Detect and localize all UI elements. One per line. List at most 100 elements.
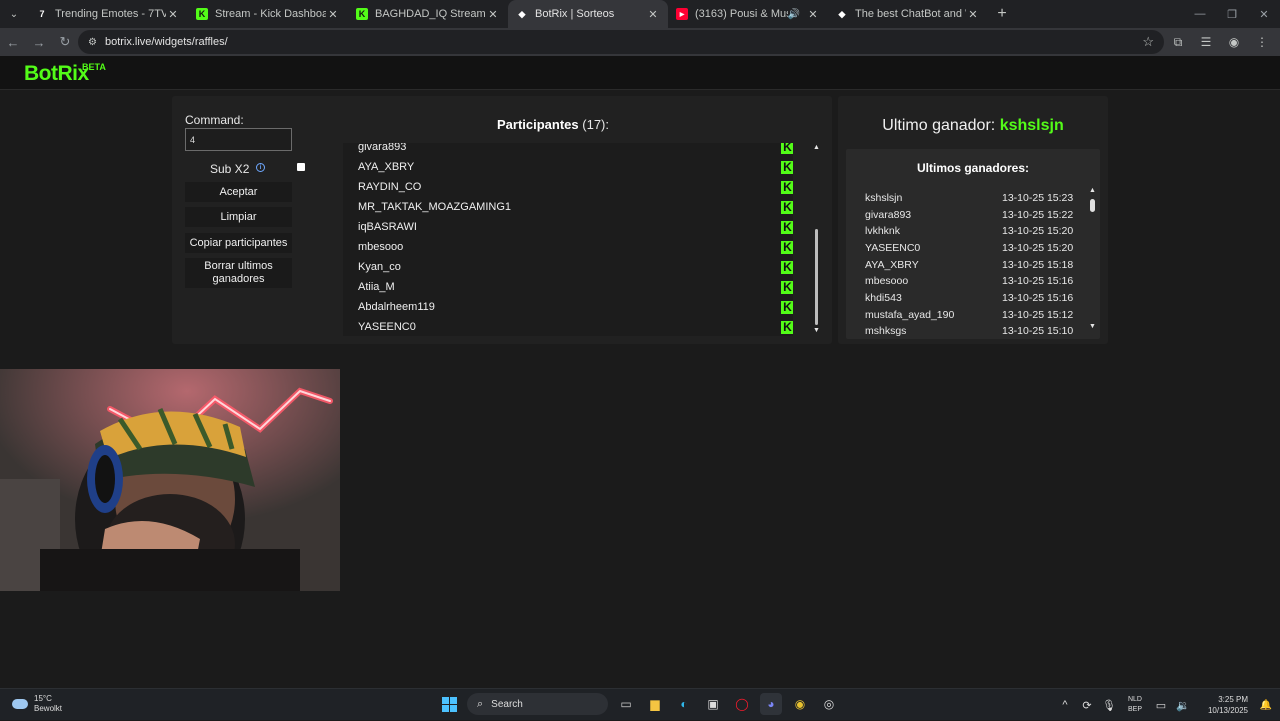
forward-icon[interactable]: → bbox=[26, 29, 52, 55]
clock-time: 3:25 PM bbox=[1218, 695, 1248, 704]
chrome-icon[interactable]: ◉ bbox=[789, 693, 811, 715]
participant-name: iqBASRAWI bbox=[358, 221, 417, 233]
last-winner-heading: Ultimo ganador: kshslsjn bbox=[838, 117, 1108, 135]
site-info-icon[interactable]: ⚙ bbox=[88, 37, 97, 48]
opera-icon[interactable]: ◯ bbox=[731, 693, 753, 715]
discord-icon[interactable]: ◕ bbox=[760, 693, 782, 715]
system-tray: ^ ⟳ 🎙 NLD BEP ▭ 🔉 3:25 PM 10/13/2025 🔔 bbox=[1054, 689, 1280, 721]
accept-button[interactable]: Aceptar bbox=[185, 182, 292, 202]
info-icon[interactable]: i bbox=[256, 163, 265, 172]
kick-icon: K bbox=[781, 280, 793, 294]
weather-widget[interactable]: 15°C Bewolkt bbox=[12, 694, 62, 714]
speaker-icon[interactable]: 🔊 bbox=[788, 9, 800, 20]
maximize-icon[interactable]: ❐ bbox=[1216, 0, 1248, 28]
network-icon[interactable]: ▭ bbox=[1150, 699, 1172, 712]
tab-search-icon[interactable]: ⌄ bbox=[0, 0, 28, 28]
tab-title: (3163) Pousi & Muslim - Ar bbox=[695, 8, 788, 20]
close-icon[interactable]: ✕ bbox=[486, 8, 500, 21]
address-bar[interactable]: ⚙ botrix.live/widgets/raffles/ ☆ bbox=[78, 30, 1164, 54]
task-view-icon[interactable]: ▭ bbox=[615, 693, 637, 715]
winner-name: mbesooo bbox=[865, 275, 909, 287]
participant-name: AYA_XBRY bbox=[358, 161, 415, 173]
obs-icon[interactable]: ◎ bbox=[818, 693, 840, 715]
file-explorer-icon[interactable]: ▆ bbox=[644, 693, 666, 715]
winner-date: 13-10-25 15:12 bbox=[1002, 309, 1074, 321]
winner-name: YASEENC0 bbox=[865, 242, 921, 254]
edge-icon[interactable]: ◐ bbox=[673, 693, 695, 715]
winner-date: 13-10-25 15:23 bbox=[1002, 192, 1074, 204]
window-close-icon[interactable]: ✕ bbox=[1248, 0, 1280, 28]
notifications-icon[interactable]: 🔔 bbox=[1258, 700, 1274, 711]
delete-winners-button[interactable]: Borrar ultimos ganadores bbox=[185, 258, 292, 288]
tab-botrix-sorteos[interactable]: ◆ BotRix | Sorteos ✕ bbox=[508, 0, 668, 28]
kick-icon: K bbox=[781, 300, 793, 314]
close-icon[interactable]: ✕ bbox=[806, 8, 820, 21]
participants-scrollbar[interactable]: ▲ ▼ bbox=[812, 143, 822, 336]
bookmark-star-icon[interactable]: ☆ bbox=[1142, 34, 1154, 50]
tab-botrix-home[interactable]: ◆ The best ChatBot and Widgets ✕ bbox=[828, 0, 988, 28]
scroll-up-icon[interactable]: ▲ bbox=[813, 144, 820, 151]
botrix-logo[interactable]: BotRix bbox=[24, 62, 89, 86]
clear-button[interactable]: Limpiar bbox=[185, 207, 292, 227]
microphone-icon[interactable]: 🎙 bbox=[1098, 699, 1120, 712]
tab-youtube[interactable]: ▶ (3163) Pousi & Muslim - Ar 🔊 ✕ bbox=[668, 0, 828, 28]
language-indicator[interactable]: NLD BEP bbox=[1120, 695, 1150, 715]
botrix-icon: ◆ bbox=[838, 8, 846, 19]
list-item: givara893 K bbox=[343, 143, 793, 157]
raffle-panel: Command: 4 Sub X2 i Aceptar Limpiar Copi… bbox=[172, 96, 832, 344]
windows-start-icon[interactable] bbox=[438, 693, 460, 715]
extensions-icon[interactable]: ⧉ bbox=[1166, 30, 1190, 54]
volume-icon[interactable]: 🔉 bbox=[1172, 699, 1194, 712]
command-input[interactable]: 4 bbox=[185, 128, 292, 151]
kick-icon: K bbox=[781, 240, 793, 254]
tab-7tv[interactable]: 7 Trending Emotes - 7TV ✕ bbox=[28, 0, 188, 28]
taskbar-search[interactable]: ⌕ Search bbox=[467, 693, 608, 715]
winner-date: 13-10-25 15:16 bbox=[1002, 275, 1074, 287]
system-clock[interactable]: 3:25 PM 10/13/2025 bbox=[1194, 694, 1248, 716]
clock-date: 10/13/2025 bbox=[1207, 706, 1248, 715]
list-item: Atiia_M K bbox=[343, 277, 793, 297]
new-tab-button[interactable]: + bbox=[988, 5, 1016, 23]
participant-name: RAYDIN_CO bbox=[358, 181, 422, 193]
tab-kick-dashboard[interactable]: K Stream - Kick Dashboard ✕ bbox=[188, 0, 348, 28]
window-controls: — ❐ ✕ bbox=[1184, 0, 1280, 28]
participant-name: Abdalrheem119 bbox=[358, 301, 435, 313]
minimize-icon[interactable]: — bbox=[1184, 0, 1216, 28]
back-icon[interactable]: ← bbox=[0, 29, 26, 55]
winner-row: AYA_XBRY 13-10-25 15:18 bbox=[865, 259, 1075, 276]
kick-icon: K bbox=[781, 143, 793, 154]
winners-scrollbar[interactable]: ▲ ▼ bbox=[1089, 187, 1097, 332]
sync-icon[interactable]: ⟳ bbox=[1076, 699, 1098, 712]
chevron-up-icon[interactable]: ^ bbox=[1054, 699, 1076, 711]
scroll-up-icon[interactable]: ▲ bbox=[1089, 187, 1096, 194]
winner-name: mshksgs bbox=[865, 325, 907, 337]
copy-participants-button[interactable]: Copiar participantes bbox=[185, 233, 292, 253]
last-winner-label: Ultimo ganador: bbox=[882, 117, 996, 134]
cloud-icon bbox=[12, 699, 28, 709]
profile-icon[interactable]: ◉ bbox=[1222, 30, 1246, 54]
sub-x2-checkbox[interactable] bbox=[297, 163, 305, 171]
tab-baghdad-stream[interactable]: K BAGHDAD_IQ Stream - Watch L ✕ bbox=[348, 0, 508, 28]
reload-icon[interactable]: ↻ bbox=[52, 29, 78, 55]
kick-icon: K bbox=[196, 8, 208, 20]
reading-list-icon[interactable]: ☰ bbox=[1194, 30, 1218, 54]
url-text: botrix.live/widgets/raffles/ bbox=[104, 36, 228, 48]
close-icon[interactable]: ✕ bbox=[966, 8, 980, 21]
close-icon[interactable]: ✕ bbox=[326, 8, 340, 21]
store-icon[interactable]: ▣ bbox=[702, 693, 724, 715]
winner-row: mustafa_ayad_190 13-10-25 15:12 bbox=[865, 309, 1075, 326]
participant-name: Kyan_co bbox=[358, 261, 401, 273]
close-icon[interactable]: ✕ bbox=[166, 8, 180, 21]
participants-list[interactable]: givara893 K AYA_XBRY K RAYDIN_CO K MR_TA… bbox=[343, 143, 793, 336]
scroll-down-icon[interactable]: ▼ bbox=[813, 327, 820, 334]
list-item: YASEENC0 K bbox=[343, 317, 793, 336]
participant-name: YASEENC0 bbox=[358, 321, 416, 333]
scroll-down-icon[interactable]: ▼ bbox=[1089, 323, 1096, 330]
menu-icon[interactable]: ⋮ bbox=[1250, 30, 1274, 54]
list-item: mbesooo K bbox=[343, 237, 793, 257]
close-icon[interactable]: ✕ bbox=[646, 8, 660, 21]
7tv-icon: 7 bbox=[39, 9, 45, 19]
webcam-overlay bbox=[0, 369, 340, 591]
scrollbar-thumb[interactable] bbox=[815, 229, 818, 325]
scrollbar-thumb[interactable] bbox=[1090, 199, 1095, 212]
